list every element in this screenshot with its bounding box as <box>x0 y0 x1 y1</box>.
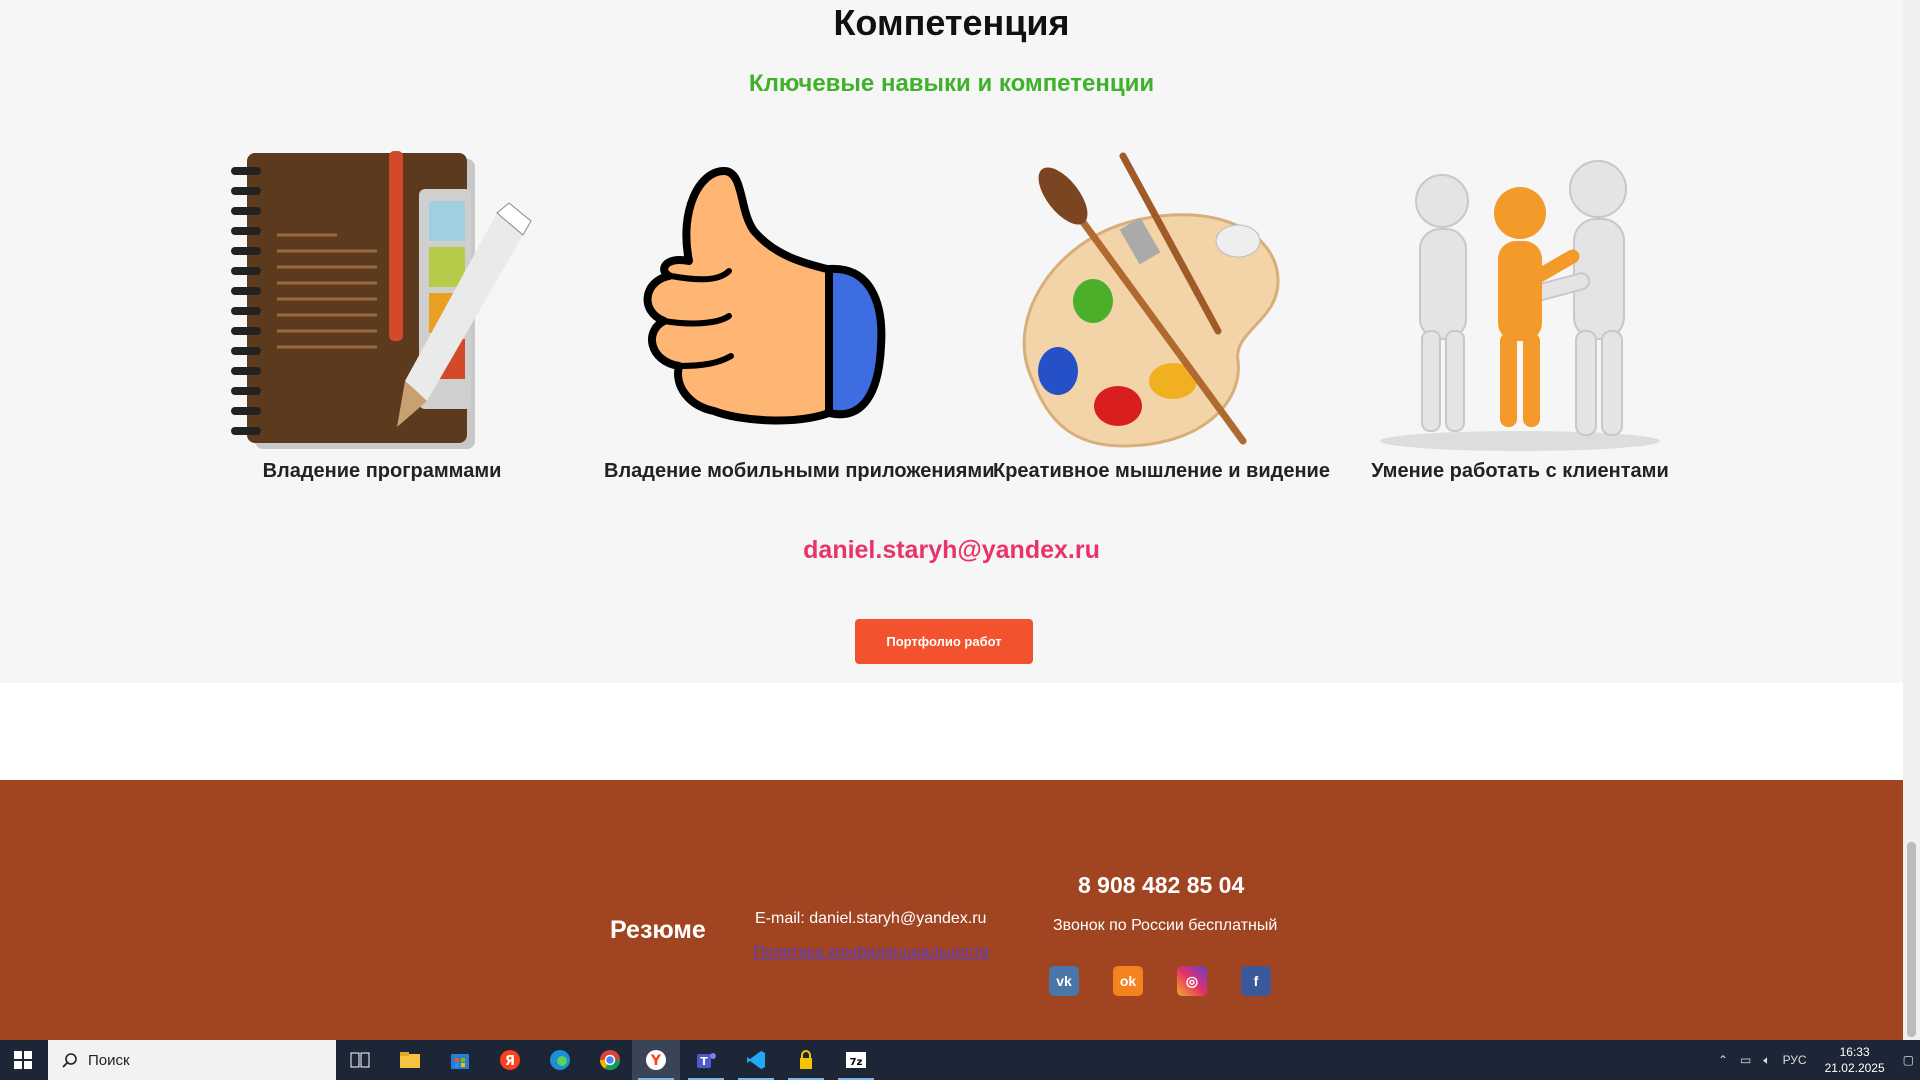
footer-email: E-mail: daniel.staryh@yandex.ru <box>755 910 987 927</box>
yandex-icon[interactable]: Я <box>486 1040 534 1080</box>
7zip-icon[interactable]: 7z <box>832 1040 880 1080</box>
skill-label: Владение мобильными приложениями <box>604 460 995 482</box>
odnoklassniki-icon[interactable]: ok <box>1113 966 1143 996</box>
facebook-icon[interactable]: f <box>1241 966 1271 996</box>
task-view-icon[interactable] <box>336 1040 384 1080</box>
clock[interactable]: 16:33 21.02.2025 <box>1825 1044 1885 1076</box>
notebook-pencil-icon <box>217 146 547 456</box>
svg-text:Я: Я <box>505 1054 515 1069</box>
language-indicator[interactable]: РУС <box>1783 1053 1807 1067</box>
taskbar-search[interactable]: Поиск <box>48 1040 336 1080</box>
contact-email[interactable]: daniel.staryh@yandex.ru <box>0 536 1903 565</box>
svg-text:T: T <box>700 1055 708 1068</box>
vk-icon[interactable]: vk <box>1049 966 1079 996</box>
search-placeholder: Поиск <box>88 1051 130 1069</box>
portfolio-button[interactable]: Портфолио работ <box>855 619 1033 664</box>
search-icon <box>62 1053 77 1068</box>
chrome-icon[interactable] <box>586 1040 634 1080</box>
footer-brand: Резюме <box>610 916 706 944</box>
teams-icon[interactable]: T <box>682 1040 730 1080</box>
page-scrollbar[interactable] <box>1903 0 1920 1040</box>
start-button[interactable] <box>0 1040 46 1080</box>
footer-phone[interactable]: 8 908 482 85 04 <box>1078 872 1244 899</box>
skill-card-programs: Владение программами <box>217 146 547 483</box>
clock-date: 21.02.2025 <box>1824 1061 1885 1075</box>
volume-icon[interactable]: 🔈︎ <box>1763 1053 1770 1068</box>
skill-card-mobile-apps: Владение мобильными приложениями <box>604 146 995 483</box>
paint-palette-icon <box>993 146 1323 456</box>
instagram-icon[interactable]: ◎ <box>1177 966 1207 996</box>
edge-browser-icon[interactable] <box>536 1040 584 1080</box>
clock-time: 16:33 <box>1839 1045 1870 1059</box>
system-tray: ⌃ ▭ 🔈︎ РУС 16:33 21.02.2025 ▢ <box>1712 1040 1920 1080</box>
competence-section: Компетенция Ключевые навыки и компетенци… <box>0 0 1903 683</box>
microsoft-store-icon[interactable] <box>436 1040 484 1080</box>
windows-taskbar: Поиск Я Y T 7z ⌃ ▭ 🔈︎ РУС 16:33 21.02.20… <box>0 1040 1920 1080</box>
privacy-policy-link[interactable]: Политика конфиденциальности <box>753 944 989 962</box>
section-subtitle: Ключевые навыки и компетенции <box>748 70 1155 97</box>
yandex-browser-icon[interactable]: Y <box>632 1040 680 1080</box>
skill-label: Владение программами <box>262 460 502 482</box>
skill-label: Умение работать с клиентами <box>1371 460 1669 482</box>
app-lock-icon[interactable] <box>782 1040 830 1080</box>
skill-card-creative: Креативное мышление и видение <box>993 146 1330 483</box>
file-explorer-icon[interactable] <box>386 1040 434 1080</box>
vscode-icon[interactable] <box>732 1040 780 1080</box>
windows-logo-icon <box>14 1051 32 1069</box>
skill-label: Креативное мышление и видение <box>993 460 1330 482</box>
svg-text:7z: 7z <box>850 1057 863 1068</box>
footer-phone-note: Звонок по России бесплатный <box>1053 917 1278 934</box>
skill-card-clients: Умение работать с клиентами <box>1355 146 1685 483</box>
site-footer: Резюме E-mail: daniel.staryh@yandex.ru П… <box>0 780 1903 1040</box>
network-icon[interactable]: ▭ <box>1740 1053 1751 1067</box>
people-handshake-icon <box>1355 146 1685 456</box>
section-title: Компетенция <box>833 2 1070 43</box>
svg-text:Y: Y <box>650 1053 662 1069</box>
chevron-up-icon[interactable]: ⌃ <box>1718 1053 1728 1067</box>
social-links: vk ok ◎ f <box>1049 966 1271 996</box>
notifications-icon[interactable]: ▢ <box>1903 1053 1914 1067</box>
thumbs-up-icon <box>604 146 934 456</box>
scrollbar-thumb[interactable] <box>1907 842 1916 1037</box>
